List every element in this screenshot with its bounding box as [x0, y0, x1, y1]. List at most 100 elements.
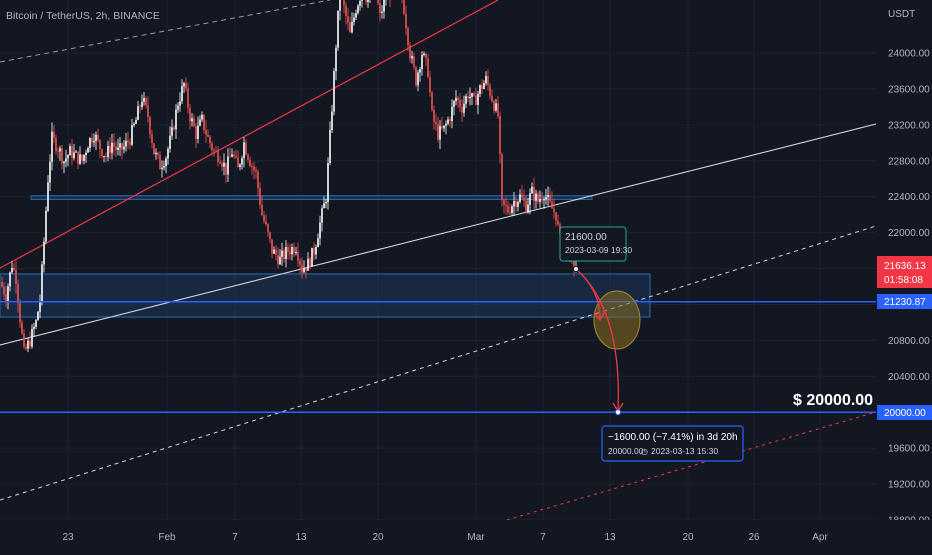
candle-body — [187, 88, 189, 108]
candle-body — [339, 0, 341, 11]
candle-body — [241, 158, 243, 165]
candle-body — [201, 114, 203, 120]
candle-body — [103, 156, 105, 157]
candle-body — [31, 328, 33, 347]
candle-body — [35, 320, 37, 327]
candle-body — [295, 251, 297, 254]
candle-body — [93, 140, 95, 143]
price-tick-label: 22400.00 — [888, 192, 930, 203]
candle-body — [9, 272, 11, 287]
candle-body — [85, 152, 87, 155]
time-tick-label: 7 — [540, 532, 546, 543]
candle-body — [513, 200, 515, 207]
start-point-dot — [572, 265, 580, 273]
candle-body — [461, 106, 463, 113]
symbol-title[interactable]: Bitcoin / TetherUS, 2h, BINANCE — [6, 10, 160, 22]
target-point-dot — [614, 409, 622, 416]
target-marker-callout[interactable]: −1600.00 (−7.41%) in 3d 20h 20000.00 ◷ 2… — [601, 425, 744, 462]
candle-body — [475, 95, 477, 105]
candle-body — [203, 114, 205, 131]
candle-body — [255, 170, 257, 172]
candle-body — [551, 201, 553, 209]
level-badge-21230-label: 21230.87 — [884, 297, 926, 308]
candle-body — [499, 116, 501, 154]
candle-body — [55, 137, 57, 152]
start-marker-price: 21600.00 — [565, 232, 607, 243]
candle-body — [501, 153, 503, 200]
candle-body — [261, 204, 263, 216]
candle-body — [175, 109, 177, 130]
candle-body — [107, 145, 109, 158]
candle-body — [325, 202, 327, 204]
candle-body — [29, 340, 31, 347]
candle-body — [519, 194, 521, 202]
candle-body — [1, 282, 3, 287]
candle-body — [507, 206, 509, 213]
candle-body — [119, 143, 121, 148]
time-tick-label: 7 — [232, 532, 238, 543]
candle-body — [189, 107, 191, 122]
candle-body — [275, 249, 277, 256]
candle-body — [465, 96, 467, 104]
candle-body — [249, 159, 251, 167]
chart-area[interactable]: USDT 24000.00 23600.00 23200.00 22800.00 224… — [0, 0, 932, 550]
candle-body — [529, 193, 531, 205]
candle-body — [479, 85, 481, 94]
candle-body — [463, 103, 465, 113]
price-tick-label: 24000.00 — [888, 49, 930, 60]
candle-body — [533, 186, 535, 201]
candle-body — [367, 0, 369, 2]
level-badge-20000-label: 20000.00 — [884, 408, 926, 419]
candle-body — [89, 138, 91, 149]
candle-body — [299, 260, 301, 265]
candle-body — [545, 197, 547, 200]
start-marker-date: 2023-03-09 19:30 — [565, 245, 632, 255]
candle-body — [25, 346, 27, 349]
candle-body — [109, 145, 111, 153]
price-chart[interactable]: USDT 24000.00 23600.00 23200.00 22800.00 224… — [0, 0, 932, 550]
candle-body — [245, 142, 247, 155]
candle-body — [485, 76, 487, 84]
candle-body — [135, 119, 137, 124]
candle-body — [223, 162, 225, 167]
candle-body — [283, 250, 285, 259]
candle-body — [313, 247, 315, 255]
candle-body — [403, 0, 405, 14]
candle-body — [53, 131, 55, 138]
price-tick-label: 20400.00 — [888, 372, 930, 383]
candle-body — [427, 58, 429, 78]
candle-body — [205, 130, 207, 135]
time-tick-label: 13 — [295, 532, 307, 543]
candle-body — [209, 136, 211, 144]
current-price-badge[interactable]: 21636.13 01:58:08 — [877, 256, 932, 288]
candle-body — [215, 150, 217, 152]
start-marker-callout[interactable]: 21600.00 2023-03-09 19:30 — [559, 226, 632, 262]
candle-body — [269, 232, 271, 240]
candle-body — [67, 155, 69, 159]
candle-body — [179, 101, 181, 106]
candle-body — [323, 203, 325, 209]
candle-body — [557, 220, 559, 225]
candle-body — [263, 215, 265, 222]
candle-body — [555, 212, 557, 221]
level-badge-21230[interactable]: 21230.87 — [877, 294, 932, 309]
candle-body — [305, 268, 307, 271]
candle-body — [7, 286, 9, 302]
candle-body — [193, 118, 195, 127]
candle-body — [331, 111, 333, 131]
candle-body — [285, 246, 287, 259]
candle-body — [267, 224, 269, 233]
candle-body — [337, 10, 339, 48]
candle-body — [183, 83, 185, 87]
candle-body — [133, 123, 135, 126]
level-badge-20000[interactable]: 20000.00 — [877, 405, 932, 420]
candle-body — [229, 156, 231, 158]
candle-body — [163, 166, 165, 168]
candle-body — [231, 154, 233, 157]
candle-body — [329, 130, 331, 164]
candle-body — [125, 140, 127, 147]
candle-body — [293, 247, 295, 254]
candle-body — [539, 199, 541, 202]
candle-body — [221, 163, 223, 167]
candle-body — [51, 131, 53, 162]
